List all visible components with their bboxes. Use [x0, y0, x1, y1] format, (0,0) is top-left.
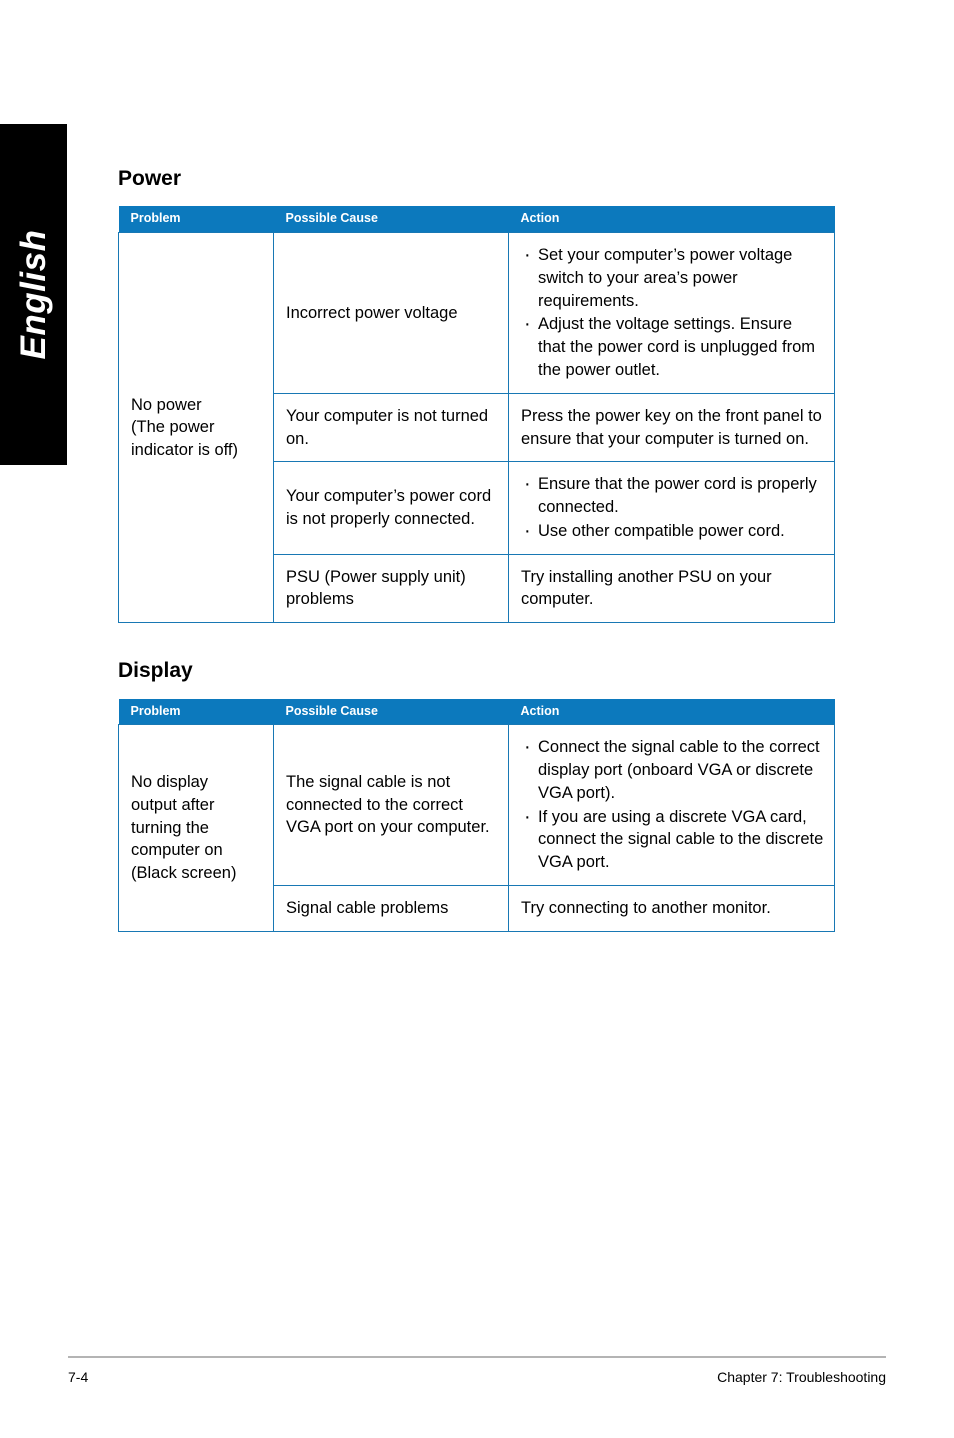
table-header-row: Problem Possible Cause Action	[118, 206, 835, 233]
footer-chapter: Chapter 7: Troubleshooting	[717, 1369, 886, 1385]
action-text: Press the power key on the front panel t…	[521, 406, 822, 448]
action-cell: Try connecting to another monitor.	[508, 884, 835, 932]
section-title-display: Display	[118, 659, 193, 683]
section-title-power: Power	[118, 167, 182, 190]
power-troubleshooting-table: Problem Possible Cause Action No power (T…	[118, 206, 835, 624]
table-header-row: Problem Possible Cause Action	[118, 698, 835, 725]
problem-cell: No display output after turning the compute…	[118, 724, 274, 932]
action-cell: Ensure that the power cord is properly c…	[508, 461, 835, 555]
page-content: Power Problem Possible Cause Action No p…	[118, 0, 835, 932]
column-header-problem: Problem	[118, 206, 274, 233]
cause-cell: PSU (Power supply unit) problems	[273, 553, 509, 624]
footer-divider	[68, 1356, 886, 1358]
action-bullet-list: Ensure that the power cord is properly c…	[521, 472, 824, 543]
action-cell: Connect the signal cable to the correct …	[508, 724, 835, 886]
action-bullet-list: Connect the signal cable to the correct …	[521, 735, 824, 874]
action-text: Try connecting to another monitor.	[521, 898, 771, 917]
cause-cell: Your computer’s power cord is not proper…	[273, 461, 509, 555]
table-row: No power (The power indicator is off) Inco…	[118, 232, 835, 624]
language-tab-label: English	[14, 229, 53, 360]
column-header-possible-cause: Possible Cause	[273, 206, 509, 233]
action-bullet-item: Use other compatible power cord.	[521, 519, 824, 543]
display-troubleshooting-table: Problem Possible Cause Action No display…	[118, 698, 835, 932]
cause-cell: The signal cable is not connected to the…	[273, 724, 509, 886]
cause-cell: Signal cable problems	[273, 884, 509, 932]
cause-cell: Incorrect power voltage	[273, 232, 509, 394]
action-bullet-item: Connect the signal cable to the correct …	[521, 735, 824, 804]
language-tab: English	[0, 124, 67, 465]
action-bullet-item: Set your computer’s power voltage switch…	[521, 243, 824, 312]
column-header-problem: Problem	[118, 698, 274, 725]
action-bullet-item: Ensure that the power cord is properly c…	[521, 472, 824, 519]
action-bullet-item: Adjust the voltage settings. Ensure that…	[521, 312, 824, 381]
column-header-possible-cause: Possible Cause	[273, 698, 509, 725]
table-row: No display output after turning the compute…	[118, 724, 835, 932]
action-cell: Set your computer’s power voltage switch…	[508, 232, 835, 394]
action-bullet-list: Set your computer’s power voltage switch…	[521, 243, 824, 382]
action-cell: Press the power key on the front panel t…	[508, 392, 835, 463]
problem-cell: No power (The power indicator is off)	[118, 232, 274, 624]
footer-page-number: 7-4	[68, 1369, 89, 1385]
action-bullet-item: If you are using a discrete VGA card, co…	[521, 805, 824, 874]
column-header-action: Action	[508, 698, 835, 725]
column-header-action: Action	[508, 206, 835, 233]
cause-cell: Your computer is not turned on.	[273, 392, 509, 463]
action-cell: Try installing another PSU on your compu…	[508, 553, 835, 624]
action-text: Try installing another PSU on your compu…	[521, 567, 772, 609]
